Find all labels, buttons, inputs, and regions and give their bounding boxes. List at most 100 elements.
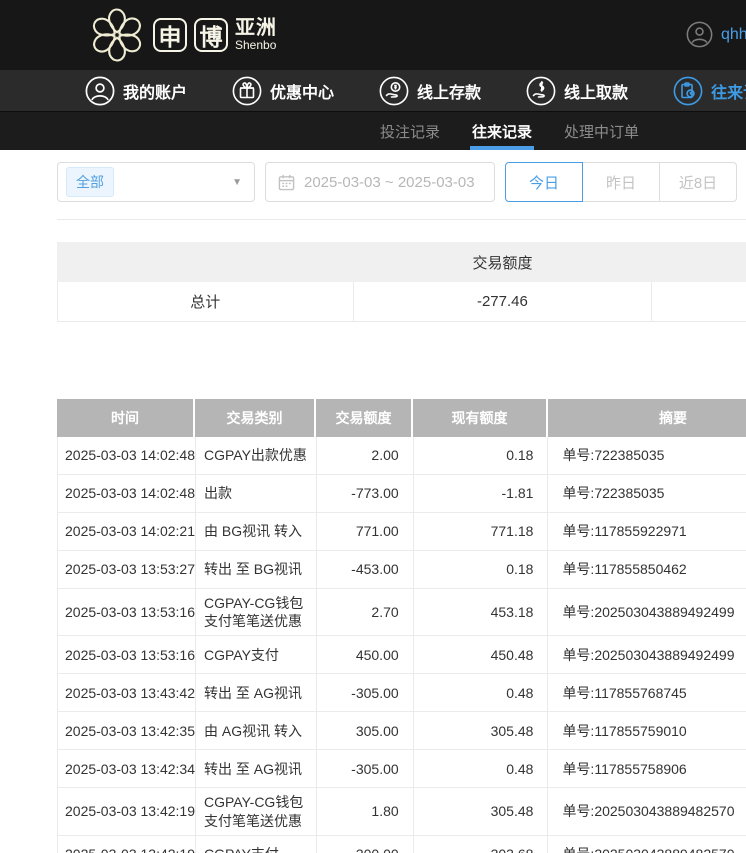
yesterday-button[interactable]: 昨日 [582,162,660,202]
last-8-days-button[interactable]: 近8日 [659,162,737,202]
brand-logo[interactable]: 申 博 亚洲 Shenbo [88,6,277,64]
cell-time: 2025-03-03 14:02:48 [58,475,196,512]
cell-summary: 单号:202503043889492499 [548,589,746,635]
transactions-header-row: 时间 交易类别 交易额度 现有额度 摘要 [57,399,746,437]
cell-amount: -305.00 [317,750,414,787]
account-icon [85,76,115,106]
type-filter-dropdown[interactable]: 全部 ▼ [57,162,255,202]
transactions-table: 时间 交易类别 交易额度 现有额度 摘要 2025-03-03 14:02:48… [57,399,746,853]
cell-balance: 771.18 [414,513,549,550]
cell-type: 出款 [196,475,317,512]
summary-header-row: 交易额度 [57,242,746,282]
cell-type: 由 AG视讯 转入 [196,712,317,749]
summary-total-value: -277.46 [354,282,653,321]
nav-item-label: 线上取款 [564,79,628,103]
caret-down-icon: ▼ [232,177,242,188]
cell-time: 2025-03-03 13:42:34 [58,750,196,787]
flower-logo-icon [88,6,146,64]
table-row: 2025-03-03 13:53:16CGPAY-CG钱包支付笔笔送优惠2.70… [57,589,746,636]
nav-item-label: 线上存款 [417,79,481,103]
withdraw-icon [526,76,556,106]
cell-balance: 0.18 [414,551,549,588]
tab-transaction-records[interactable]: 往来记录 [470,112,534,150]
cell-time: 2025-03-03 13:42:35 [58,712,196,749]
summary-header-label: 交易额度 [353,242,652,282]
section-divider [57,219,746,220]
nav-item-transaction-records[interactable]: 往来记录 [673,76,746,106]
gift-icon [232,76,262,106]
cell-summary: 单号:117855758906 [548,750,746,787]
cell-type: CGPAY出款优惠 [196,437,317,474]
tab-betting-records[interactable]: 投注记录 [380,112,440,150]
cell-amount: -773.00 [317,475,414,512]
cell-time: 2025-03-03 13:43:42 [58,674,196,711]
date-range-text: 2025-03-03 ~ 2025-03-03 [304,174,475,191]
cell-time: 2025-03-03 14:02:48 [58,437,196,474]
cell-balance: 305.48 [414,788,549,834]
main-nav: 我的账户 优惠中心 线上存款 线上取款 往来记录 [0,70,746,112]
logo-char-shen: 申 [153,18,187,52]
summary-total-label: 总计 [58,282,354,321]
cell-time: 2025-03-03 14:02:21 [58,513,196,550]
deposit-icon [379,76,409,106]
logo-char-bo: 博 [194,18,228,52]
nav-item-promotions[interactable]: 优惠中心 [232,76,334,106]
tab-pending-orders[interactable]: 处理中订单 [564,112,639,150]
table-row: 2025-03-03 13:42:34转出 至 AG视讯-305.000.48单… [57,750,746,788]
cell-type: CGPAY-CG钱包支付笔笔送优惠 [196,589,317,635]
cell-time: 2025-03-03 13:53:16 [58,589,196,635]
column-header-balance: 现有额度 [413,399,548,437]
app-header: 申 博 亚洲 Shenbo qhh [0,0,746,70]
cell-balance: 453.18 [414,589,549,635]
cell-type: 由 BG视讯 转入 [196,513,317,550]
table-row: 2025-03-03 13:42:19CGPAY支付300.00303.68单号… [57,836,746,853]
main-content: 全部 ▼ 2025-03-03 ~ 2025-03-03 今日 昨日 近8日 交… [0,162,746,853]
cell-summary: 单号:722385035 [548,437,746,474]
cell-amount: 1.80 [317,788,414,834]
cell-amount: 2.70 [317,589,414,635]
cell-time: 2025-03-03 13:53:16 [58,636,196,673]
cell-type: 转出 至 BG视讯 [196,551,317,588]
nav-item-label: 往来记录 [711,79,746,103]
quick-range-buttons: 今日 昨日 近8日 [505,162,737,202]
cell-summary: 单号:202503043889492499 [548,636,746,673]
cell-summary: 单号:117855759010 [548,712,746,749]
column-header-time: 时间 [57,399,195,437]
cell-type: CGPAY-CG钱包支付笔笔送优惠 [196,788,317,834]
today-button[interactable]: 今日 [505,162,583,202]
nav-item-my-account[interactable]: 我的账户 [85,76,187,106]
cell-balance: 303.68 [414,836,549,853]
nav-item-deposit[interactable]: 线上存款 [379,76,481,106]
user-menu[interactable]: qhh [686,21,746,48]
table-row: 2025-03-03 13:42:19CGPAY-CG钱包支付笔笔送优惠1.80… [57,788,746,835]
nav-item-label: 优惠中心 [270,79,334,103]
cell-time: 2025-03-03 13:42:19 [58,788,196,834]
cell-balance: 0.48 [414,750,549,787]
table-row: 2025-03-03 14:02:48出款-773.00-1.81单号:7223… [57,475,746,513]
table-row: 2025-03-03 13:43:42转出 至 AG视讯-305.000.48单… [57,674,746,712]
date-range-picker[interactable]: 2025-03-03 ~ 2025-03-03 [265,162,495,202]
logo-region-text: 亚洲 [235,18,277,39]
avatar-icon [686,21,713,48]
records-icon [673,76,703,106]
table-row: 2025-03-03 13:42:35由 AG视讯 转入305.00305.48… [57,712,746,750]
cell-amount: 450.00 [317,636,414,673]
cell-type: 转出 至 AG视讯 [196,674,317,711]
cell-summary: 单号:117855768745 [548,674,746,711]
cell-balance: 450.48 [414,636,549,673]
cell-amount: -305.00 [317,674,414,711]
cell-amount: 305.00 [317,712,414,749]
calendar-icon [278,174,295,191]
cell-amount: 300.00 [317,836,414,853]
nav-item-label: 我的账户 [123,79,187,103]
cell-time: 2025-03-03 13:53:27 [58,551,196,588]
filter-bar: 全部 ▼ 2025-03-03 ~ 2025-03-03 今日 昨日 近8日 [57,162,746,202]
table-row: 2025-03-03 14:02:21由 BG视讯 转入771.00771.18… [57,513,746,551]
cell-balance: -1.81 [414,475,549,512]
column-header-amount: 交易额度 [316,399,413,437]
nav-item-withdraw[interactable]: 线上取款 [526,76,628,106]
selected-type-chip: 全部 [66,167,114,197]
cell-summary: 单号:117855850462 [548,551,746,588]
column-header-summary: 摘要 [548,399,746,437]
column-header-type: 交易类别 [195,399,316,437]
